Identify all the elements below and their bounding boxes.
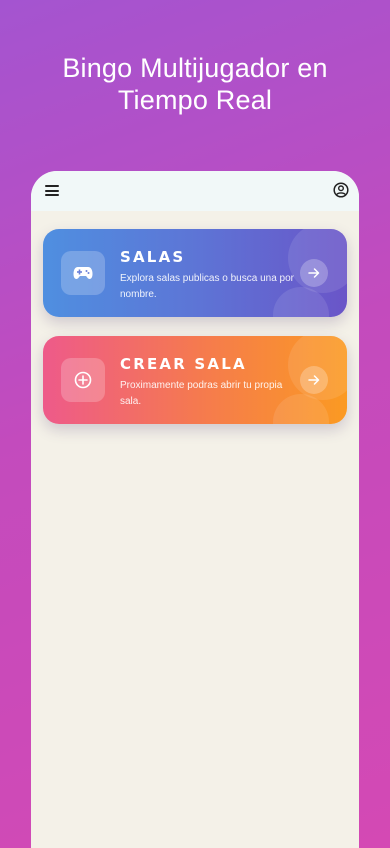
salas-description: Explora salas publicas o busca una por n… [120,273,294,300]
gamepad-icon [61,251,105,295]
crear-sala-card[interactable]: CREAR SALA Proximamente podras abrir tu … [43,336,347,424]
salas-title: SALAS [120,248,186,266]
page-title-line-1: Bingo Multijugador en [62,53,328,83]
arrow-right-icon[interactable] [300,259,328,287]
page-title-line-2: Tiempo Real [117,85,273,115]
menu-icon[interactable] [45,185,59,196]
salas-card[interactable]: SALAS Explora salas publicas o busca una… [43,229,347,317]
app-bar [31,171,359,211]
account-circle-icon[interactable] [333,182,349,198]
arrow-right-icon[interactable] [300,366,328,394]
add-circle-icon [61,358,105,402]
crear-sala-title: CREAR SALA [120,355,247,373]
page-title: Bingo Multijugador en Tiempo Real [0,52,390,116]
app-screen: SALAS Explora salas publicas o busca una… [31,171,359,848]
crear-sala-description: Proximamente podras abrir tu propia sala… [120,380,283,407]
